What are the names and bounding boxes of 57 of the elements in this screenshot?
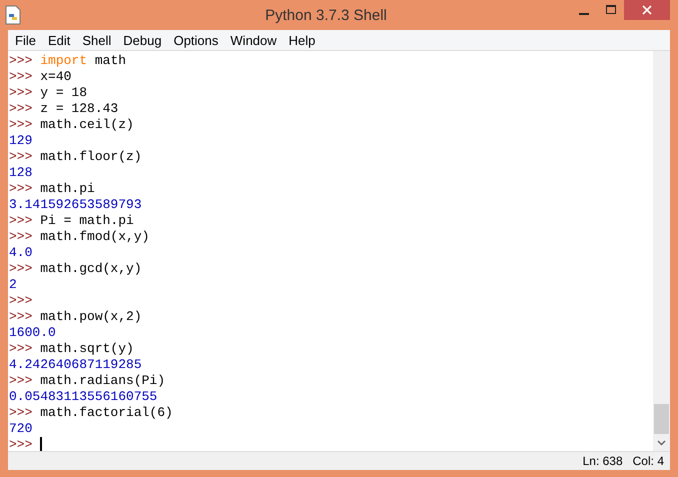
output-text: 3.141592653589793 — [9, 197, 142, 212]
prompt-marker: >>> — [9, 261, 32, 276]
scrollbar[interactable] — [653, 51, 670, 451]
output-text: 4.0 — [9, 245, 32, 260]
code-text: math.pow(x,2) — [40, 309, 142, 324]
prompt-marker: >>> — [9, 373, 32, 388]
menu-item[interactable]: Edit — [42, 32, 76, 48]
prompt-marker: >>> — [9, 213, 32, 228]
output-text: 1600.0 — [9, 325, 56, 340]
close-button[interactable] — [624, 0, 670, 20]
scroll-down-icon[interactable] — [657, 440, 666, 446]
code-text: x=40 — [40, 69, 72, 84]
prompt-marker: >>> — [9, 85, 32, 100]
prompt-marker: >>> — [9, 69, 32, 84]
prompt-marker: >>> — [9, 149, 32, 164]
line-number-status: Ln: 638 — [582, 454, 623, 468]
code-text: import math — [40, 53, 126, 68]
code-text: math.factorial(6) — [40, 405, 173, 420]
prompt-marker: >>> — [9, 181, 32, 196]
code-text: z = 128.43 — [40, 101, 118, 116]
output-text: 720 — [9, 421, 32, 436]
prompt-marker: >>> — [9, 293, 32, 308]
code-text: math.gcd(x,y) — [40, 261, 142, 276]
menu-item[interactable]: Debug — [118, 32, 167, 48]
code-text: math.fmod(x,y) — [40, 229, 150, 244]
prompt-marker: >>> — [9, 117, 32, 132]
menu-item[interactable]: Options — [168, 32, 224, 48]
code-text: math.sqrt(y) — [40, 341, 134, 356]
code-text: math.ceil(z) — [40, 117, 134, 132]
output-text: 0.05483113556160755 — [9, 389, 158, 404]
output-text: 129 — [9, 133, 32, 148]
python-file-icon — [4, 5, 22, 25]
menu-item[interactable]: Shell — [77, 32, 116, 48]
prompt-marker: >>> — [9, 437, 32, 451]
column-status: Col: 4 — [632, 454, 664, 468]
menu-item[interactable]: Help — [284, 32, 320, 48]
prompt-marker: >>> — [9, 405, 32, 420]
code-text: Pi = math.pi — [40, 213, 134, 228]
maximize-icon — [604, 4, 616, 16]
menu-item[interactable]: File — [10, 32, 41, 48]
output-text: 4.242640687119285 — [9, 357, 142, 372]
code-text: math.floor(z) — [40, 149, 142, 164]
prompt-marker: >>> — [9, 229, 32, 244]
prompt-marker: >>> — [9, 101, 32, 116]
prompt-marker: >>> — [9, 341, 32, 356]
minimize-icon — [578, 13, 588, 15]
code-text: math.pi — [40, 181, 95, 196]
prompt-marker: >>> — [9, 309, 32, 324]
output-text: 128 — [9, 165, 32, 180]
close-icon — [641, 4, 653, 16]
prompt-marker: >>> — [9, 53, 32, 68]
window-title: Python 3.7.3 Shell — [264, 6, 388, 24]
code-text: y = 18 — [40, 85, 88, 100]
code-text: math.radians(Pi) — [40, 373, 166, 388]
output-text: 2 — [9, 277, 17, 292]
menu-item[interactable]: Window — [225, 32, 282, 48]
scrollbar-thumb[interactable] — [654, 404, 669, 434]
